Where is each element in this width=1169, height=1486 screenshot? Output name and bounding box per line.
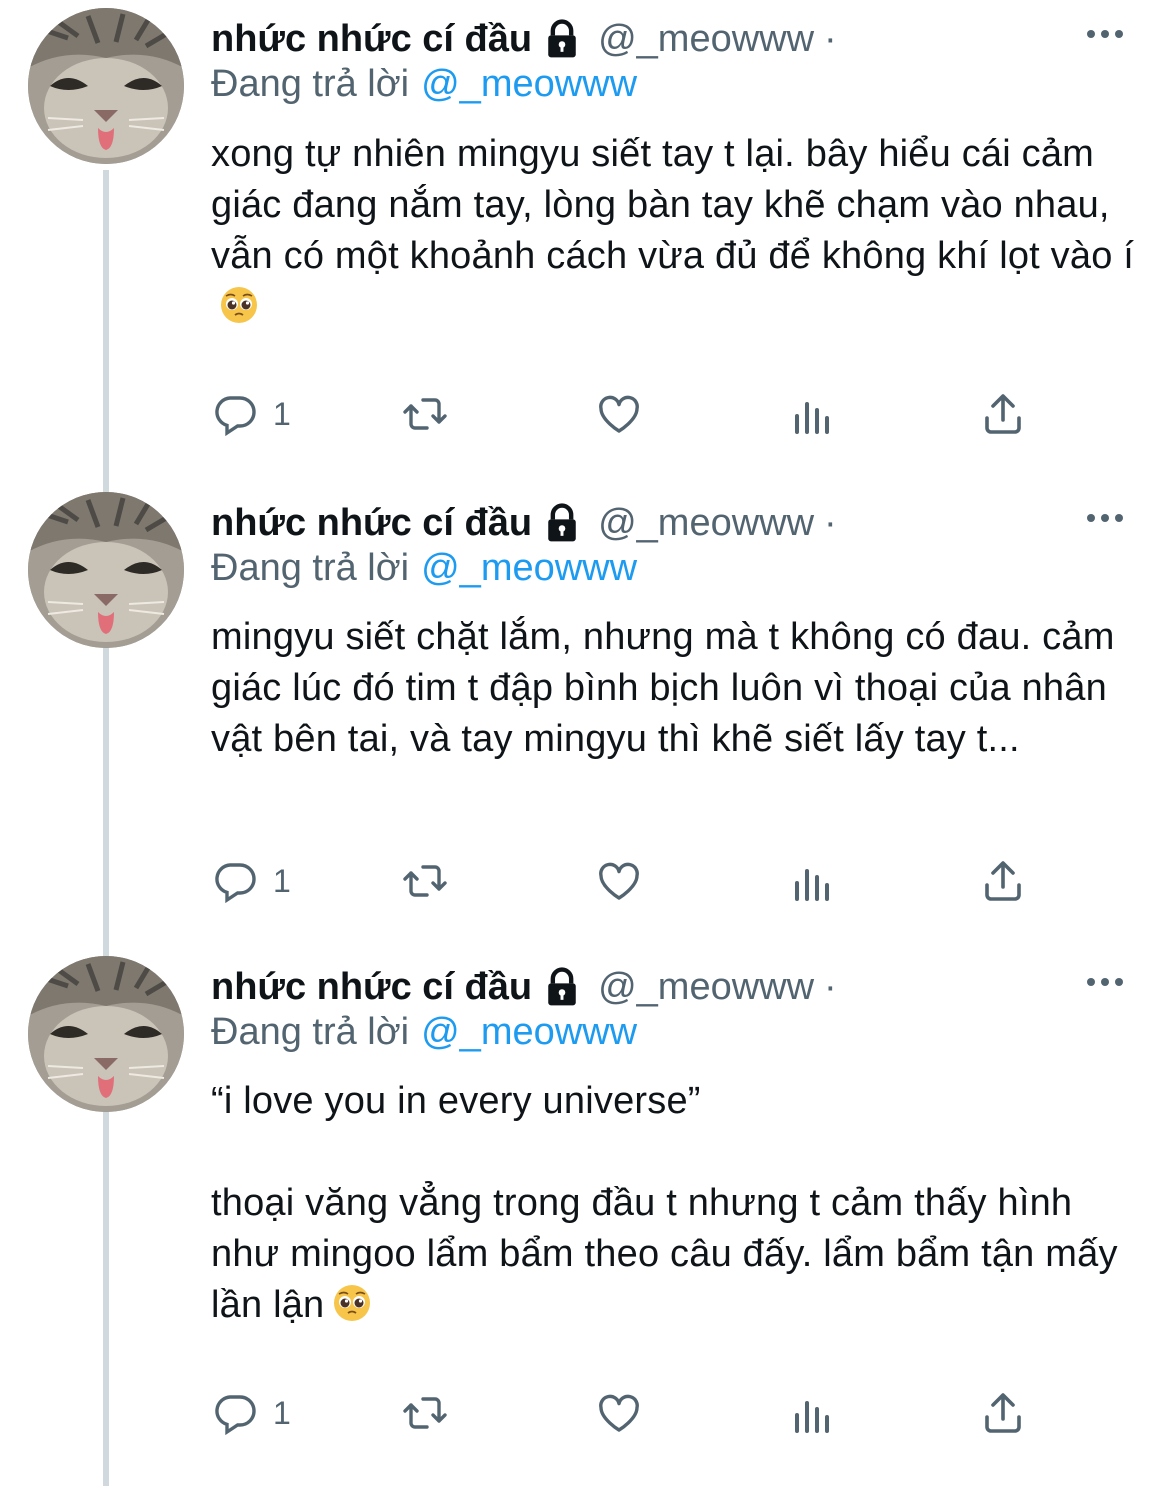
analytics-icon xyxy=(795,402,829,434)
user-handle[interactable]: @_meowww xyxy=(598,502,814,545)
replying-to: Đang trả lời @_meowww xyxy=(211,1011,637,1054)
lock-icon xyxy=(548,19,576,58)
cat-avatar xyxy=(28,8,184,164)
separator-dot: · xyxy=(824,17,837,60)
replying-label: Đang trả lời xyxy=(211,1011,410,1053)
share-button[interactable] xyxy=(979,856,1027,906)
reply-icon xyxy=(215,1395,256,1436)
tweet-header: nhức nhức cí đầu @_meowww · xyxy=(211,962,837,1012)
display-name[interactable]: nhức nhức cí đầu xyxy=(211,502,532,545)
reply-button[interactable]: 1 xyxy=(211,1388,291,1438)
tweet-text-content: xong tự nhiên mingyu siết tay t lại. bây… xyxy=(211,133,1135,277)
reply-icon xyxy=(215,863,256,904)
like-icon xyxy=(599,1394,639,1432)
analytics-button[interactable] xyxy=(787,389,835,439)
avatar[interactable] xyxy=(28,492,184,648)
display-name[interactable]: nhức nhức cí đầu xyxy=(211,966,532,1009)
tweet-header: nhức nhức cí đầu @_meowww · xyxy=(211,14,837,64)
analytics-icon xyxy=(795,1401,829,1433)
user-handle[interactable]: @_meowww xyxy=(598,18,814,61)
separator-dot: · xyxy=(824,965,837,1008)
tweet[interactable]: nhức nhức cí đầu @_meowww · Đang trả lời… xyxy=(0,0,1169,470)
user-handle[interactable]: @_meowww xyxy=(598,966,814,1009)
tweet-text: “i love you in every universe” thoại văn… xyxy=(211,1076,1141,1331)
reply-button[interactable]: 1 xyxy=(211,389,291,439)
replying-label: Đang trả lời xyxy=(211,547,410,589)
like-icon xyxy=(599,862,639,900)
analytics-button[interactable] xyxy=(787,856,835,906)
tweet-actions: 1 xyxy=(211,389,1031,439)
retweet-icon xyxy=(403,398,447,430)
avatar[interactable] xyxy=(28,956,184,1112)
retweet-button[interactable] xyxy=(401,856,449,906)
more-icon[interactable] xyxy=(1085,22,1125,46)
retweet-button[interactable] xyxy=(401,1388,449,1438)
separator-dot: · xyxy=(824,501,837,544)
replying-label: Đang trả lời xyxy=(211,63,410,105)
like-icon xyxy=(599,395,639,433)
share-button[interactable] xyxy=(979,389,1027,439)
tweet-actions: 1 xyxy=(211,856,1031,906)
replying-to: Đang trả lời @_meowww xyxy=(211,63,637,106)
tweet-actions: 1 xyxy=(211,1388,1031,1438)
tweet[interactable]: nhức nhức cí đầu @_meowww · Đang trả lời… xyxy=(0,948,1169,1486)
tweet-text-content: mingyu siết chặt lắm, nhưng mà t không c… xyxy=(211,616,1126,760)
reply-count: 1 xyxy=(273,862,291,899)
pleading-face-icon xyxy=(334,1285,371,1321)
reply-icon xyxy=(215,396,256,437)
more-icon[interactable] xyxy=(1085,506,1125,530)
retweet-button[interactable] xyxy=(401,389,449,439)
display-name[interactable]: nhức nhức cí đầu xyxy=(211,18,532,61)
tweet-text: mingyu siết chặt lắm, nhưng mà t không c… xyxy=(211,612,1141,765)
analytics-icon xyxy=(795,869,829,901)
share-icon xyxy=(985,861,1021,901)
cat-avatar xyxy=(28,956,184,1112)
retweet-icon xyxy=(403,865,447,897)
analytics-button[interactable] xyxy=(787,1388,835,1438)
replying-to: Đang trả lời @_meowww xyxy=(211,547,637,590)
mention-link[interactable]: @_meowww xyxy=(421,547,637,589)
share-icon xyxy=(985,394,1021,434)
reply-button[interactable]: 1 xyxy=(211,856,291,906)
tweet-header: nhức nhức cí đầu @_meowww · xyxy=(211,498,837,548)
tweet[interactable]: nhức nhức cí đầu @_meowww · Đang trả lời… xyxy=(0,484,1169,954)
lock-icon xyxy=(548,503,576,542)
share-icon xyxy=(985,1393,1021,1433)
more-icon[interactable] xyxy=(1085,970,1125,994)
like-button[interactable] xyxy=(595,1388,643,1438)
reply-count: 1 xyxy=(273,1394,291,1431)
tweet-text: xong tự nhiên mingyu siết tay t lại. bây… xyxy=(211,129,1141,333)
lock-icon xyxy=(548,967,576,1006)
avatar[interactable] xyxy=(28,8,184,164)
pleading-face-icon xyxy=(221,287,257,323)
like-button[interactable] xyxy=(595,856,643,906)
retweet-icon xyxy=(403,1397,447,1429)
cat-avatar xyxy=(28,492,184,648)
mention-link[interactable]: @_meowww xyxy=(421,1011,637,1053)
reply-count: 1 xyxy=(273,395,291,432)
share-button[interactable] xyxy=(979,1388,1027,1438)
mention-link[interactable]: @_meowww xyxy=(421,63,637,105)
like-button[interactable] xyxy=(595,389,643,439)
